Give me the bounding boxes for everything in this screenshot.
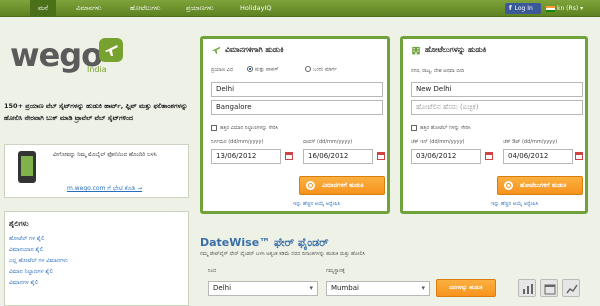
round-trip-label: ಮತ್ತು ವಾಪಸ್ xyxy=(255,66,279,73)
hotel-search-panel: ಹೋಟೆಲುಗಳನ್ನು ಹುಡುಕಿ ನಗರ, ರಾಜ್ಯ, ದೇಶ ಅಥವಾ… xyxy=(400,36,588,214)
mobile-promo: ವೀಗೋವನ್ನು ನಿಮ್ಮ ಮೊಬೈಲ್ ಫೋನಿನಿಂದ ಹೊಂದಿರಿ … xyxy=(4,144,189,198)
phone-icon xyxy=(18,151,36,183)
nearby-hotels-checkbox[interactable] xyxy=(411,125,417,131)
facebook-icon: f xyxy=(509,5,512,12)
links-title: ಶೈಲಿಗಳು xyxy=(9,220,29,228)
datewise-search-button[interactable]: ದರಗಳನ್ನು ಹುಡುಕಿ xyxy=(436,279,496,297)
search-icon xyxy=(306,181,315,190)
list-item[interactable]: ಎಲ್ಲ ಹೋಟೆಲ್ ಗಳ ವಿಮಾನಗಳು xyxy=(9,256,184,267)
chevron-down-icon: ▾ xyxy=(578,5,584,12)
nearby-airports-label: ಹತ್ತಿರ ವಿಮಾನ ನಿಲ್ದಾಣಗಳನ್ನು ಸೇರಿಸಿ xyxy=(220,125,279,131)
facebook-login-label: Log In xyxy=(514,5,533,12)
hotel-more-options-link[interactable]: ಇನ್ನು ಹೆಚ್ಚಿನ ಆಯ್ಕೆ ಅನ್ವೇಷಿಸಿ xyxy=(491,201,538,207)
flight-search-panel: ವಿಮಾನಗಳಿಗಾಗಿ ಹುಡುಕಿ ಪ್ರಯಾಣ ವಿಧ ಮತ್ತು ವಾಪ… xyxy=(200,36,390,214)
nearby-hotels-label: ಹತ್ತಿರ ಹೋಟೆಲ್ ಗಳನ್ನು ಸೇರಿಸಿ xyxy=(420,125,471,131)
tab-flights[interactable]: ವಿಮಾನಗಳು xyxy=(68,0,109,17)
checkout-label: ಚೆಕ್ ಔಟ್ (dd/mm/yyyy) xyxy=(503,139,558,145)
nearby-airports-checkbox[interactable] xyxy=(211,125,217,131)
return-date-label: ವಾಪಸ್ (dd/mm/yyyy) xyxy=(303,139,353,145)
datewise-description: ನಮ್ಮ ಡೇಟ್‌ವೈಸ್ ಫೇರ್ ಫೈಂಡರ್ ಬಳಸಿ ಅತ್ಯಂತ ಕ… xyxy=(200,251,366,257)
calendar-view-icon[interactable] xyxy=(540,279,558,297)
datewise-to-label: ಗಮ್ಯಸ್ಥಾನಕ್ಕೆ xyxy=(326,268,345,274)
depart-date-input[interactable]: 13/06/2012 xyxy=(211,149,281,164)
radio-selected xyxy=(247,66,253,72)
checkin-date-input[interactable]: 03/06/2012 xyxy=(411,149,481,164)
search-flights-button[interactable]: ವಿಮಾನಗಳಿಗೆ ಹುಡುಕಿ xyxy=(299,176,385,195)
from-city-input[interactable]: Delhi xyxy=(211,82,383,97)
datewise-from-select[interactable]: Delhi xyxy=(208,281,318,296)
flight-more-options-link[interactable]: ಇನ್ನು ಹೆಚ್ಚಿನ ಆಯ್ಕೆ ಅನ್ವೇಷಿಸಿ xyxy=(293,201,340,207)
calendar-icon[interactable] xyxy=(285,152,293,160)
checkin-label: ಚೆಕ್ ಇನ್ (dd/mm/yyyy) xyxy=(411,139,465,145)
search-icon xyxy=(504,181,513,190)
hotel-panel-title-text: ಹೋಟೆಲುಗಳನ್ನು ಹುಡುಕಿ xyxy=(425,45,487,54)
calendar-icon[interactable] xyxy=(485,152,493,160)
language-selector[interactable]: kn (Rs) ▾ xyxy=(546,3,583,14)
tab-home[interactable]: ಮನೆ xyxy=(30,0,57,17)
styles-links-box: ಶೈಲಿಗಳು ಹೋಟೆಲ್ ಗಳ ಶೈಲಿ ವಿಮಾನಯಾನ ಶೈಲಿ ಎಲ್… xyxy=(4,211,189,306)
tab-trips[interactable]: ಪ್ರಯಾಣಗಳು xyxy=(178,0,221,17)
list-item[interactable]: ವಿಮಾನ ನಿಲ್ದಾಣಗಳ ಶೈಲಿ xyxy=(9,267,184,278)
to-city-input[interactable]: Bangalore xyxy=(211,100,383,115)
list-item[interactable]: ಹೋಟೆಲ್ ಗಳ ಶೈಲಿ xyxy=(9,234,184,245)
top-nav-bar: ಮನೆ ವಿಮಾನಗಳು ಹೋಟೆಲುಗಳು ಪ್ರಯಾಣಗಳು Holiday… xyxy=(0,0,600,17)
tab-holidayiq[interactable]: HolidayIQ xyxy=(232,0,279,17)
india-flag-icon xyxy=(546,5,555,12)
plane-icon xyxy=(212,46,221,54)
depart-date-label: ನಿರ್ಗಮನ (dd/mm/yyyy) xyxy=(211,139,264,145)
language-label: kn (Rs) xyxy=(557,5,579,12)
hotel-city-input[interactable]: New Delhi xyxy=(411,82,583,97)
flight-panel-title-text: ವಿಮಾನಗಳಿಗಾಗಿ ಹುಡುಕಿ xyxy=(225,45,284,54)
line-graph-icon[interactable] xyxy=(562,279,580,297)
calendar-icon[interactable] xyxy=(575,152,583,160)
mobile-site-link[interactable]: m.wego.com ಗೆ ಭೇಟಿ ಕೊಡಿ → xyxy=(67,185,142,193)
datewise-from-label: ನಿಂದ xyxy=(208,268,217,274)
tab-hotels[interactable]: ಹೋಟೆಲುಗಳು xyxy=(122,0,169,17)
hotel-where-label: ನಗರ, ರಾಜ್ಯ, ದೇಶ ಅಥವಾ ಬೀದಿ xyxy=(411,68,465,74)
plane-logo-icon xyxy=(99,38,123,62)
list-item[interactable]: ವಿಮಾನಯಾನ ಶೈಲಿ xyxy=(9,245,184,256)
datewise-title: DateWise™ ಫೇರ್ ಫೈಂಡರ್ xyxy=(200,236,329,249)
hotel-icon xyxy=(412,46,420,55)
logo-country: India xyxy=(87,65,107,74)
bar-chart-icon[interactable] xyxy=(518,279,536,297)
hotel-name-input[interactable]: ಹೋಟೆಲಿನ ಹೆಸರು (ಐಚ್ಛಿಕ) xyxy=(411,100,583,115)
one-way-radio[interactable]: ಒಂದು ಮಾರ್ಗ xyxy=(305,66,337,73)
hotel-panel-title: ಹೋಟೆಲುಗಳನ್ನು ಹುಡುಕಿ xyxy=(411,45,486,55)
search-hotels-label: ಹೋಟೆಲುಗಳಿಗೆ ಹುಡುಕಿ xyxy=(520,182,567,189)
checkout-date-input[interactable]: 04/06/2012 xyxy=(503,149,573,164)
search-flights-label: ವಿಮಾನಗಳಿಗೆ ಹುಡುಕಿ xyxy=(322,182,364,189)
radio-unselected xyxy=(305,66,311,72)
calendar-icon[interactable] xyxy=(377,152,385,160)
round-trip-radio[interactable]: ಮತ್ತು ವಾಪಸ್ xyxy=(247,66,278,73)
datewise-to-select[interactable]: Mumbai xyxy=(326,281,430,296)
mobile-promo-text: ವೀಗೋವನ್ನು ನಿಮ್ಮ ಮೊಬೈಲ್ ಫೋನಿನಿಂದ ಹೊಂದಿರಿ … xyxy=(53,152,157,158)
flight-panel-title: ವಿಮಾನಗಳಿಗಾಗಿ ಹುಡುಕಿ xyxy=(211,45,284,55)
wego-logo[interactable]: wego India xyxy=(10,34,123,80)
search-hotels-button[interactable]: ಹೋಟೆಲುಗಳಿಗೆ ಹುಡುಕಿ xyxy=(497,176,583,195)
trip-type-label: ಪ್ರಯಾಣ ವಿಧ xyxy=(211,67,234,73)
facebook-login-button[interactable]: f Log In xyxy=(505,3,541,14)
tagline: 150+ ಪ್ರಯಾಣ ವೆಬ್ ಸೈಟ್‌ಗಳನ್ನು ಹುಡುಕಿ ಹಾರ್… xyxy=(4,102,188,122)
return-date-input[interactable]: 16/06/2012 xyxy=(303,149,373,164)
list-item[interactable]: ವಿಮಾನಗಳ ಶೈಲಿ xyxy=(9,278,184,289)
one-way-label: ಒಂದು ಮಾರ್ಗ xyxy=(313,66,337,73)
